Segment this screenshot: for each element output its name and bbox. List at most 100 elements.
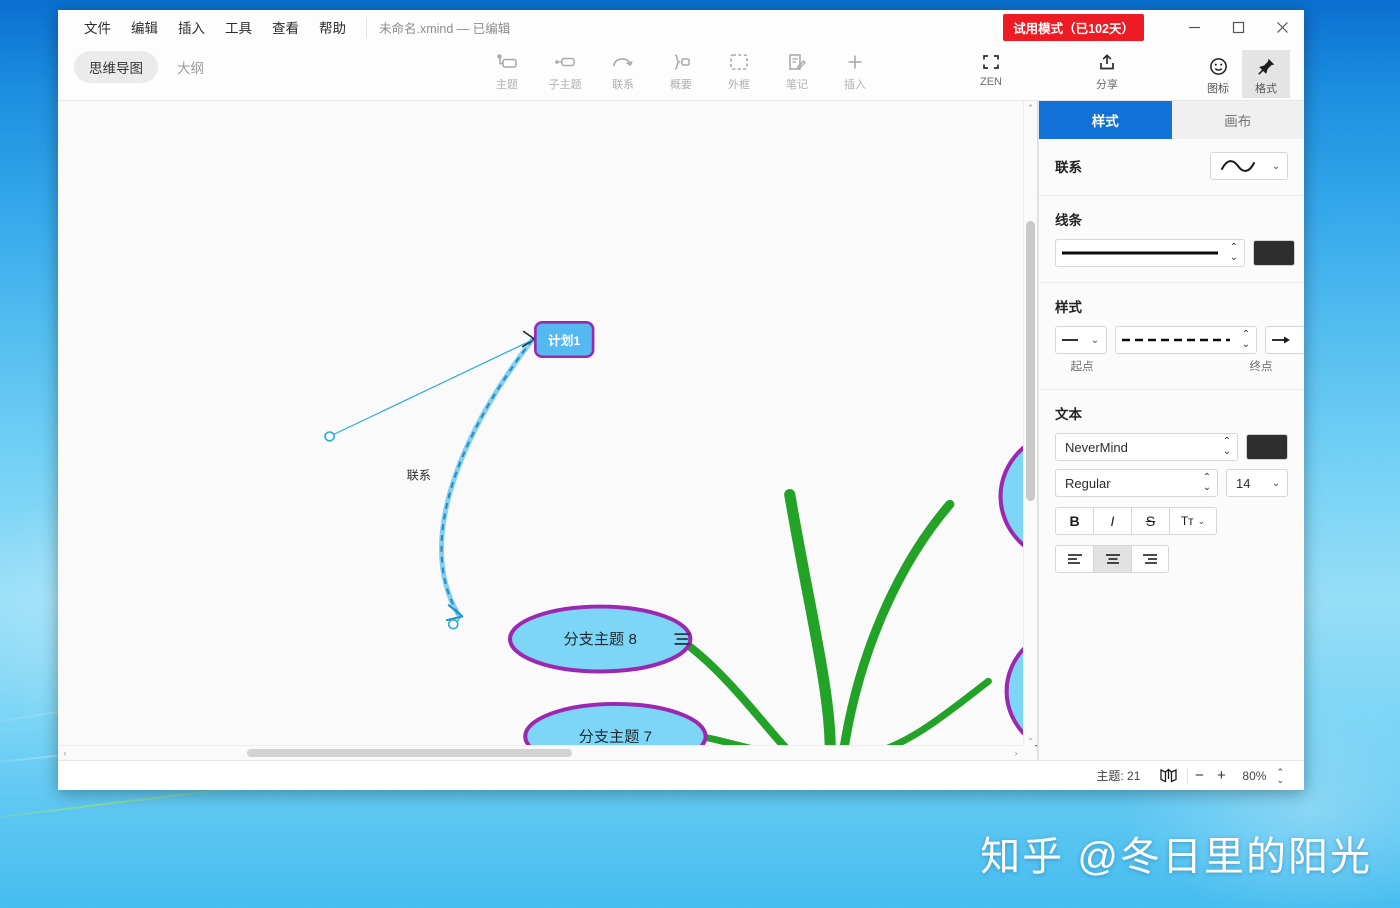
align-left-icon bbox=[1067, 554, 1082, 564]
end-cap-label: 终点 bbox=[1249, 361, 1273, 373]
plus-icon bbox=[834, 49, 876, 75]
menu-item-edit[interactable]: 编辑 bbox=[121, 14, 168, 40]
panel-tab-style[interactable]: 样式 bbox=[1039, 101, 1172, 139]
toolbar-button-insert[interactable]: 插入 bbox=[826, 44, 884, 92]
relationship-label: 联系 bbox=[407, 469, 431, 483]
line-color-swatch[interactable] bbox=[1253, 240, 1295, 266]
zoom-stepper[interactable]: ⌃ ⌄ bbox=[1276, 767, 1288, 784]
toolbar-button-zen[interactable]: ZEN bbox=[962, 44, 1020, 88]
scroll-up-arrow-icon[interactable]: ⌃ bbox=[1024, 103, 1037, 114]
relationship-curve[interactable] bbox=[439, 330, 536, 622]
canvas-vertical-scrollbar[interactable]: ⌃ ⌄ bbox=[1023, 101, 1037, 745]
font-family-value: NeverMind bbox=[1065, 439, 1128, 455]
node-plan1-label: 计划1 bbox=[548, 333, 580, 348]
maximize-button[interactable] bbox=[1216, 10, 1260, 44]
scroll-left-arrow-icon[interactable]: ‹ bbox=[58, 748, 72, 758]
start-cap-select[interactable]: ⌄ bbox=[1055, 326, 1107, 354]
text-case-label: Tᴛ bbox=[1180, 514, 1194, 528]
toolbar-button-share[interactable]: 分享 bbox=[1078, 44, 1136, 92]
menu-bar: 文件 编辑 插入 工具 查看 帮助 未命名.xmind — 已编辑 试用模式（已… bbox=[58, 10, 1304, 44]
panel-section-relationship: 联系 ⌄ bbox=[1039, 139, 1304, 196]
font-family-stepper-icon[interactable]: ⌃ ⌄ bbox=[1217, 437, 1237, 457]
panel-section-line: 线条 ⌃ ⌄ bbox=[1039, 196, 1304, 283]
bold-button[interactable]: B bbox=[1055, 507, 1093, 535]
menu-item-help[interactable]: 帮助 bbox=[309, 14, 356, 40]
node-branch-7-label: 分支主题 7 bbox=[579, 729, 652, 746]
close-button[interactable] bbox=[1260, 10, 1304, 44]
toolbar-button-topic[interactable]: 主题 bbox=[478, 44, 536, 92]
toggle-icons-panel[interactable]: 图标 bbox=[1194, 50, 1242, 98]
toolbar-label-summary: 概要 bbox=[670, 79, 692, 91]
zoom-level: 80% bbox=[1242, 768, 1267, 783]
panel-section-style: 样式 ⌄ ⌃ ⌄ 起点 终点 bbox=[1039, 283, 1304, 390]
font-weight-stepper-icon[interactable]: ⌃ ⌄ bbox=[1197, 473, 1217, 493]
line-pattern-select[interactable]: ⌃ ⌄ bbox=[1115, 326, 1257, 354]
relationship-section-title: 联系 bbox=[1055, 160, 1082, 175]
font-weight-select[interactable]: Regular ⌃ ⌄ bbox=[1055, 469, 1218, 497]
toolbar-button-subtopic[interactable]: 子主题 bbox=[536, 44, 594, 92]
zoom-in-button[interactable]: + bbox=[1210, 767, 1232, 784]
bold-label: B bbox=[1069, 513, 1080, 529]
toolbar-label-share: 分享 bbox=[1096, 79, 1118, 91]
scroll-right-arrow-icon[interactable]: › bbox=[1009, 748, 1023, 758]
tab-mindmap[interactable]: 思维导图 bbox=[74, 51, 158, 83]
horizontal-scroll-thumb[interactable] bbox=[247, 749, 572, 757]
menu-item-tools[interactable]: 工具 bbox=[215, 14, 262, 40]
text-case-caret-icon: ⌄ bbox=[1197, 515, 1206, 526]
menu-item-file[interactable]: 文件 bbox=[74, 14, 121, 40]
font-family-select[interactable]: NeverMind ⌃ ⌄ bbox=[1055, 433, 1238, 461]
toolbar-label-insert: 插入 bbox=[844, 79, 866, 91]
text-color-swatch[interactable] bbox=[1246, 434, 1288, 460]
font-size-select[interactable]: 14 ⌄ bbox=[1226, 469, 1288, 497]
trial-mode-badge[interactable]: 试用模式（已102天） bbox=[1003, 13, 1144, 41]
align-center-button[interactable] bbox=[1093, 545, 1131, 573]
mindmap-canvas[interactable]: $ bbox=[58, 101, 1038, 760]
vertical-scroll-thumb[interactable] bbox=[1026, 221, 1035, 501]
flat-cap-icon bbox=[1062, 339, 1078, 341]
wave-curve-icon bbox=[1221, 160, 1255, 172]
menu-item-insert[interactable]: 插入 bbox=[168, 14, 215, 40]
map-overview-button[interactable] bbox=[1150, 768, 1187, 783]
font-size-value-wrap: 14 bbox=[1227, 476, 1265, 491]
panel-tab-group: 样式 画布 bbox=[1039, 101, 1304, 139]
toolbar-label-relationship: 联系 bbox=[612, 79, 634, 91]
mindmap-drawing: $ bbox=[324, 321, 1037, 760]
relationship-shape-preview bbox=[1211, 158, 1265, 174]
menu-item-view[interactable]: 查看 bbox=[262, 14, 309, 40]
window-controls-group: 试用模式（已102天） bbox=[1003, 10, 1304, 44]
relationship-shape-caret-icon: ⌄ bbox=[1271, 160, 1281, 172]
strikethrough-button[interactable]: S bbox=[1131, 507, 1169, 535]
panel-toggle-group: 图标 格式 bbox=[1194, 50, 1290, 98]
line-section-title: 线条 bbox=[1055, 213, 1082, 228]
end-cap-select[interactable]: ⌄ bbox=[1265, 326, 1304, 354]
align-right-button[interactable] bbox=[1131, 545, 1169, 573]
font-weight-value-wrap: Regular bbox=[1056, 476, 1197, 491]
end-cap-caret-icon: ⌄ bbox=[1296, 335, 1304, 346]
minimize-button[interactable] bbox=[1172, 10, 1216, 44]
line-weight-select[interactable]: ⌃ ⌄ bbox=[1055, 239, 1245, 267]
status-bar: 主题: 21 − + 80% ⌃ ⌄ bbox=[58, 760, 1304, 790]
toolbar-button-note[interactable]: 笔记 bbox=[768, 44, 826, 92]
tab-outline[interactable]: 大纲 bbox=[162, 51, 219, 83]
text-format-button-group: B I S Tᴛ ⌄ bbox=[1055, 507, 1288, 535]
zoom-out-button[interactable]: − bbox=[1188, 767, 1210, 784]
node-branch-8-label: 分支主题 8 bbox=[563, 631, 636, 648]
toolbar-button-boundary[interactable]: 外框 bbox=[710, 44, 768, 92]
horizontal-scroll-track[interactable] bbox=[72, 746, 1009, 760]
toolbar-button-relationship[interactable]: 联系 bbox=[594, 44, 652, 92]
canvas-horizontal-scrollbar[interactable]: ‹ › bbox=[58, 745, 1023, 760]
toolbar-label-topic: 主题 bbox=[496, 79, 518, 91]
font-size-caret-icon: ⌄ bbox=[1271, 477, 1281, 489]
line-weight-stepper-icon[interactable]: ⌃ ⌄ bbox=[1224, 243, 1244, 263]
italic-button[interactable]: I bbox=[1093, 507, 1131, 535]
document-title: 未命名.xmind — 已编辑 bbox=[366, 17, 510, 37]
align-left-button[interactable] bbox=[1055, 545, 1093, 573]
toolbar-button-summary[interactable]: 概要 bbox=[652, 44, 710, 92]
panel-tab-canvas[interactable]: 画布 bbox=[1171, 101, 1304, 139]
toggle-format-panel[interactable]: 格式 bbox=[1242, 50, 1290, 98]
text-case-button[interactable]: Tᴛ ⌄ bbox=[1169, 507, 1217, 535]
scroll-down-arrow-icon[interactable]: ⌄ bbox=[1024, 732, 1037, 743]
relationship-shape-select[interactable]: ⌄ bbox=[1210, 152, 1288, 180]
start-cap-preview bbox=[1056, 335, 1084, 345]
line-pattern-stepper-icon[interactable]: ⌃ ⌄ bbox=[1236, 330, 1256, 350]
